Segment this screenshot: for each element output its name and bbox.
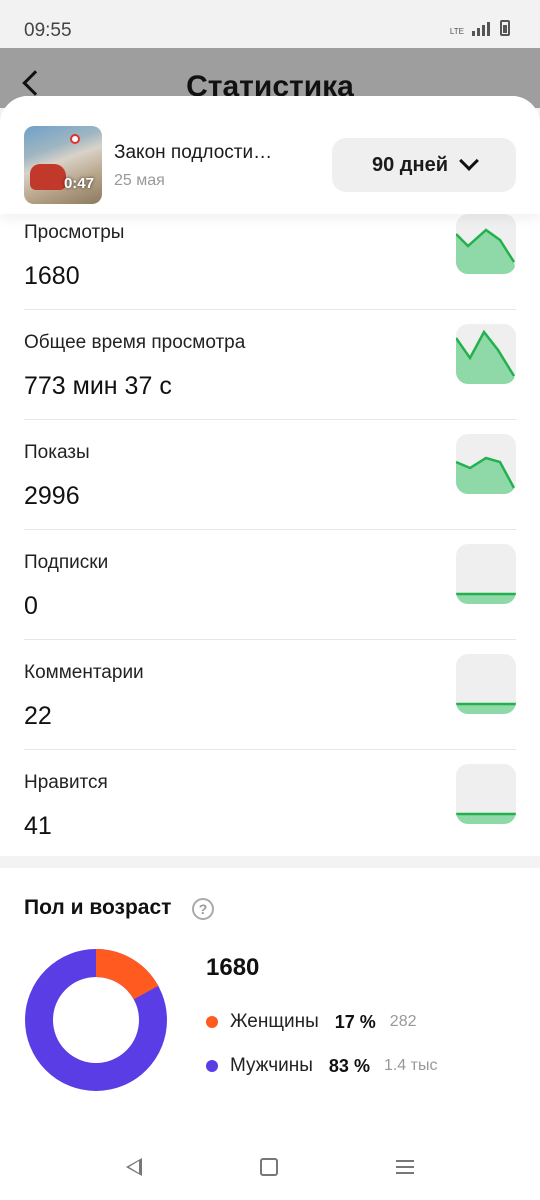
sparkline-chart [456, 544, 516, 604]
demographics-total: 1680 [206, 954, 260, 981]
status-time: 09:55 [24, 20, 72, 41]
video-duration: 0:47 [63, 175, 94, 192]
section-separator [0, 856, 540, 868]
sparkline-chart [456, 434, 516, 494]
legend-row-women: Женщины 17 % 282 [206, 1010, 417, 1034]
video-thumbnail[interactable]: 0:47 [24, 126, 102, 204]
metric-value: 41 [24, 812, 52, 840]
legend-percent: 17 % [334, 1011, 376, 1032]
video-header: 0:47 Закон подлости… 25 мая 90 дней [0, 96, 540, 214]
metric-label: Показы [24, 442, 90, 463]
gender-donut-chart [25, 949, 167, 1091]
legend-count: 282 [389, 1013, 417, 1030]
legend-percent: 83 % [328, 1055, 370, 1076]
sparkline-chart [456, 654, 516, 714]
network-type-label: LTE [449, 27, 464, 36]
metric-row-views[interactable]: Просмотры 1680 [0, 200, 540, 310]
metric-value: 22 [24, 702, 52, 730]
sparkline-chart [456, 324, 516, 384]
legend-name: Женщины [230, 1011, 319, 1032]
video-date: 25 мая [114, 172, 165, 189]
stats-sheet: 0:47 Закон подлости… 25 мая 90 дней Прос… [0, 96, 540, 1200]
metric-label: Нравится [24, 772, 108, 793]
metric-row-likes[interactable]: Нравится 41 [0, 750, 540, 860]
metric-row-impressions[interactable]: Показы 2996 [0, 420, 540, 530]
legend-name: Мужчины [230, 1055, 313, 1076]
legend-dot [206, 1060, 218, 1072]
period-dropdown[interactable]: 90 дней [332, 138, 516, 192]
thumbnail-car-shape [30, 164, 66, 190]
nav-home-icon[interactable] [260, 1158, 278, 1176]
metric-row-subscriptions[interactable]: Подписки 0 [0, 530, 540, 640]
metric-value: 2996 [24, 482, 80, 510]
system-nav-bar [0, 1144, 540, 1200]
metric-row-watch-time[interactable]: Общее время просмотра 773 мин 37 с [0, 310, 540, 420]
status-bar: 09:55 LTE [0, 0, 540, 48]
thumbnail-sign-shape [70, 134, 80, 144]
help-icon[interactable]: ? [192, 898, 214, 920]
signal-icon [472, 22, 490, 36]
nav-menu-icon[interactable] [396, 1160, 414, 1174]
metric-label: Общее время просмотра [24, 332, 246, 353]
metric-label: Комментарии [24, 662, 144, 683]
metric-label: Просмотры [24, 222, 125, 243]
nav-back-icon[interactable] [126, 1158, 142, 1176]
sparkline-chart [456, 764, 516, 824]
status-icons: LTE [450, 20, 510, 36]
metric-row-comments[interactable]: Комментарии 22 [0, 640, 540, 750]
metric-value: 773 мин 37 с [24, 372, 172, 400]
battery-icon [500, 20, 510, 36]
legend-dot [206, 1016, 218, 1028]
metric-value: 1680 [24, 262, 80, 290]
metric-label: Подписки [24, 552, 109, 573]
demographics-title: Пол и возраст [24, 896, 172, 919]
metric-value: 0 [24, 592, 38, 620]
legend-row-men: Мужчины 83 % 1.4 тыс [206, 1054, 437, 1078]
video-title: Закон подлости… [114, 142, 273, 163]
legend-count: 1.4 тыс [383, 1057, 438, 1074]
chevron-down-icon [459, 151, 479, 171]
period-label: 90 дней [372, 153, 448, 176]
sparkline-chart [456, 214, 516, 274]
